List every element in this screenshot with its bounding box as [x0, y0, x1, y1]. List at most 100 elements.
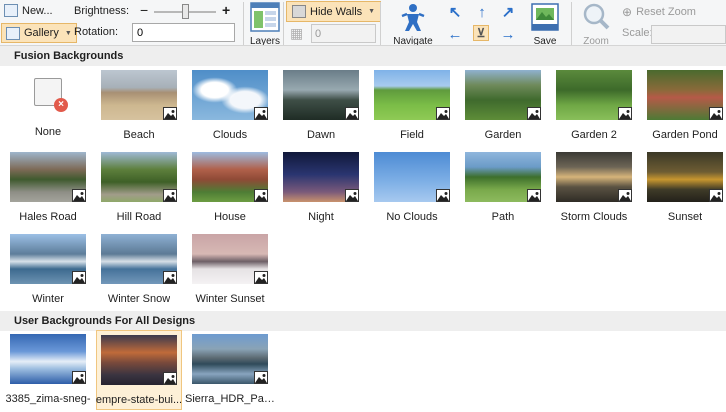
- background-thumbnail: [10, 234, 86, 284]
- fusion-background-tile[interactable]: Dawn: [278, 66, 364, 146]
- center-view-icon[interactable]: ⊻: [473, 25, 489, 41]
- walls-icon: [292, 5, 306, 18]
- background-thumbnail: [283, 70, 359, 120]
- image-icon: [254, 271, 268, 284]
- fusion-background-tile[interactable]: Sunset: [642, 148, 726, 228]
- arrow-left-icon[interactable]: ←: [447, 26, 463, 42]
- hide-walls-label: Hide Walls: [310, 5, 363, 18]
- background-thumbnail: [10, 334, 86, 384]
- fusion-background-tile[interactable]: Path: [460, 148, 546, 228]
- save-label: Save: [533, 36, 557, 46]
- section-header-user: User Backgrounds For All Designs: [0, 311, 726, 331]
- layers-label: Layers: [249, 36, 280, 46]
- fusion-background-tile[interactable]: Hales Road: [5, 148, 91, 228]
- fusion-background-tile[interactable]: Hill Road: [96, 148, 182, 228]
- arrow-right-icon[interactable]: →: [500, 26, 516, 42]
- grid-icon: ▦: [290, 25, 304, 41]
- fusion-background-tile[interactable]: × None: [5, 66, 91, 146]
- image-icon: [163, 189, 177, 202]
- navigate-label: Navigate: [393, 36, 433, 46]
- user-background-label: 3385_zima-sneg-: [5, 393, 91, 405]
- fusion-background-tile[interactable]: Beach: [96, 66, 182, 146]
- wall-height-input[interactable]: [311, 24, 376, 43]
- fusion-background-label: No Clouds: [386, 211, 438, 223]
- background-thumbnail: [556, 152, 632, 202]
- image-icon: [163, 271, 177, 284]
- zoom-label: Zoom: [583, 36, 609, 46]
- scale-label: Scale:: [622, 27, 653, 39]
- new-button[interactable]: New...: [4, 4, 53, 17]
- user-background-label: empre-state-bui...: [95, 394, 183, 406]
- layers-icon: [250, 2, 280, 32]
- user-background-tile[interactable]: 3385_zima-sneg-: [5, 330, 91, 410]
- no-background-icon: ×: [34, 78, 68, 112]
- fusion-background-tile[interactable]: No Clouds: [369, 148, 455, 228]
- zoom-button[interactable]: Zoom: [578, 2, 614, 46]
- image-icon: [72, 189, 86, 202]
- fusion-background-label: Hales Road: [19, 211, 77, 223]
- fusion-background-tile[interactable]: Storm Clouds: [551, 148, 637, 228]
- brightness-increase-button[interactable]: +: [222, 2, 230, 18]
- brightness-decrease-button[interactable]: −: [140, 2, 148, 18]
- fusion-background-tile[interactable]: House: [187, 148, 273, 228]
- arrow-up-right-icon[interactable]: ↗: [500, 4, 516, 20]
- fusion-background-tile[interactable]: Garden Pond: [642, 66, 726, 146]
- gallery-button[interactable]: Gallery ▼: [1, 23, 77, 43]
- fusion-background-tile[interactable]: Field: [369, 66, 455, 146]
- divider: [283, 2, 284, 45]
- background-thumbnail: [10, 152, 86, 202]
- layers-button[interactable]: Layers: [248, 2, 282, 46]
- background-thumbnail: [374, 70, 450, 120]
- divider: [243, 2, 244, 45]
- fusion-background-label: Path: [491, 211, 515, 223]
- hide-walls-button[interactable]: Hide Walls ▼: [286, 1, 382, 22]
- background-thumbnail: [556, 70, 632, 120]
- image-icon: [254, 107, 268, 120]
- fusion-background-tile[interactable]: Winter Sunset: [187, 230, 273, 310]
- fusion-background-label: Garden 2: [571, 129, 617, 141]
- rotation-input[interactable]: [132, 23, 235, 42]
- background-thumbnail: [192, 70, 268, 120]
- fusion-background-label: Night: [308, 211, 334, 223]
- gallery-icon: [6, 26, 20, 40]
- fusion-background-label: Winter Snow: [107, 293, 171, 305]
- image-icon: [618, 189, 632, 202]
- brightness-label: Brightness:: [74, 5, 130, 17]
- scale-select[interactable]: [651, 25, 726, 44]
- fusion-background-tile[interactable]: Winter: [5, 230, 91, 310]
- background-thumbnail: [647, 152, 723, 202]
- ribbon-toolbar: New... Gallery ▼ Brightness: − + Rotatio…: [0, 0, 726, 46]
- fusion-background-tile[interactable]: Winter Snow: [96, 230, 182, 310]
- background-thumbnail: [283, 152, 359, 202]
- fusion-background-label: Clouds: [212, 129, 248, 141]
- arrow-up-left-icon[interactable]: ↖: [447, 4, 463, 20]
- background-thumbnail: [101, 335, 177, 385]
- user-background-tile[interactable]: Sierra_HDR_Pan...: [185, 330, 275, 410]
- fusion-background-tile[interactable]: Clouds: [187, 66, 273, 146]
- user-background-tile[interactable]: empre-state-bui...: [96, 330, 182, 410]
- image-icon: [527, 107, 541, 120]
- fusion-background-label: Winter: [32, 293, 64, 305]
- fusion-background-tile[interactable]: Night: [278, 148, 364, 228]
- background-thumbnail: [192, 334, 268, 384]
- fusion-background-label: Winter Sunset: [195, 293, 265, 305]
- fusion-background-tile[interactable]: Garden 2: [551, 66, 637, 146]
- new-label: New...: [22, 4, 53, 17]
- save-button[interactable]: Save: [525, 2, 565, 46]
- background-thumbnail: [192, 152, 268, 202]
- image-icon: [436, 107, 450, 120]
- background-thumbnail: [465, 152, 541, 202]
- image-icon: [163, 107, 177, 120]
- fusion-background-tile[interactable]: Garden: [460, 66, 546, 146]
- arrow-up-icon[interactable]: ↑: [474, 4, 490, 20]
- fusion-background-label: Field: [400, 129, 424, 141]
- remove-icon: ×: [54, 98, 68, 112]
- brightness-slider-thumb[interactable]: [182, 4, 189, 19]
- fusion-background-label: Garden Pond: [652, 129, 718, 141]
- new-icon: [4, 4, 18, 17]
- reset-zoom-button[interactable]: ⊕ Reset Zoom: [622, 5, 696, 19]
- divider: [571, 2, 572, 45]
- navigate-button[interactable]: Navigate: [390, 2, 436, 46]
- image-icon: [709, 107, 723, 120]
- gallery-label: Gallery: [24, 27, 59, 39]
